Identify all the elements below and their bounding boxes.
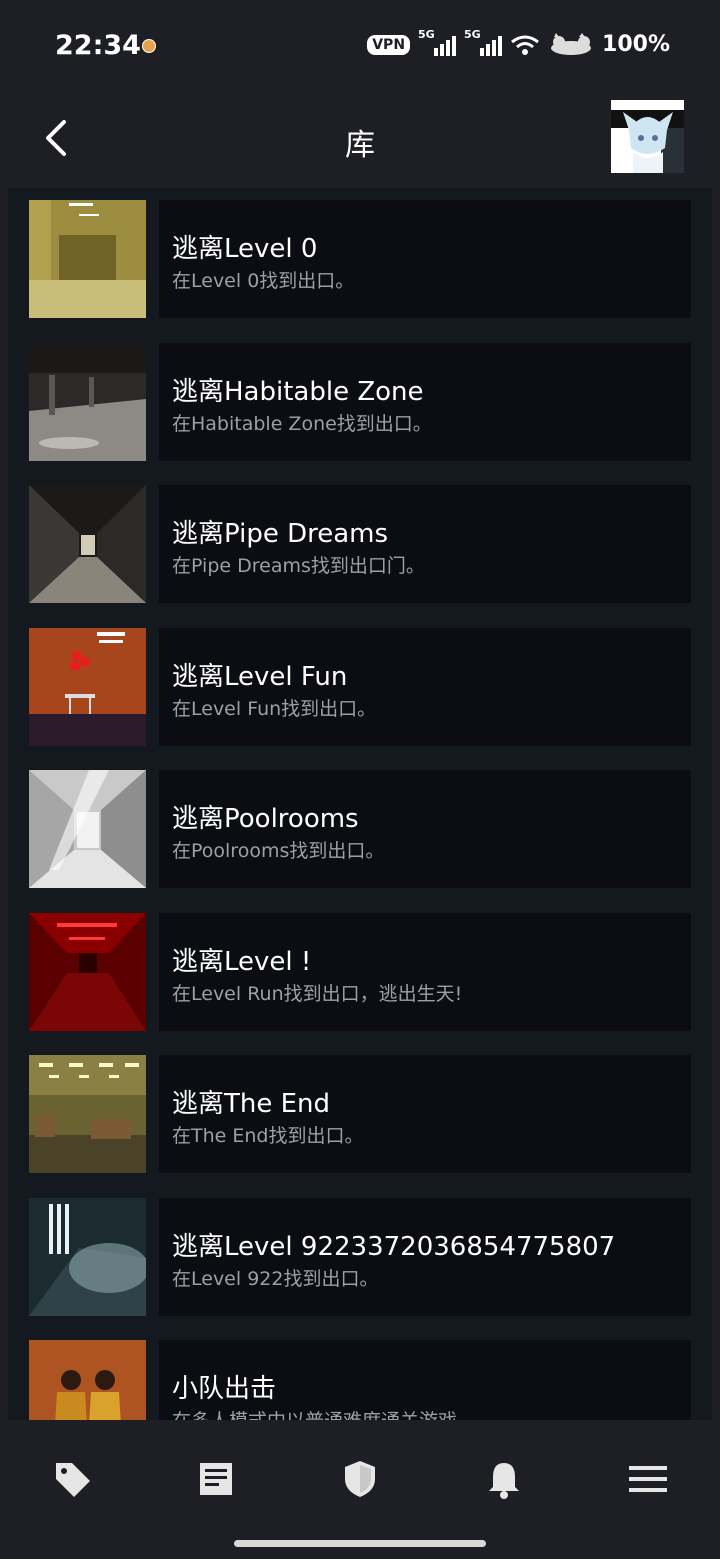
- achievement-description: 在Level 0找到出口。: [172, 270, 355, 292]
- bell-icon: [489, 1463, 519, 1499]
- achievement-description: 在Level 922找到出口。: [172, 1268, 379, 1290]
- shield-icon: [345, 1461, 375, 1497]
- list-item[interactable]: 小队出击 在多人模式中以普通难度通关游戏: [29, 1340, 691, 1420]
- achievement-title: 逃离The End: [172, 1089, 331, 1119]
- achievement-card: 逃离Level 9223372036854775807 在Level 922找到…: [159, 1198, 691, 1316]
- achievement-title: 逃离Level !: [172, 947, 312, 977]
- achievement-card: 逃离Habitable Zone 在Habitable Zone找到出口。: [159, 343, 691, 461]
- header: 库: [0, 92, 720, 188]
- achievement-description: 在Poolrooms找到出口。: [172, 840, 385, 862]
- achievement-description: 在Habitable Zone找到出口。: [172, 413, 432, 435]
- network-label: 5G: [464, 27, 481, 41]
- achievement-title: 小队出击: [172, 1374, 277, 1404]
- nav-guard[interactable]: [335, 1454, 385, 1504]
- achievement-description: 在Level Fun找到出口。: [172, 698, 377, 720]
- achievement-card: 逃离Level 0 在Level 0找到出口。: [159, 200, 691, 318]
- list-item[interactable]: 逃离Habitable Zone 在Habitable Zone找到出口。: [29, 343, 691, 461]
- achievement-title: 逃离Poolrooms: [172, 804, 359, 834]
- list-item[interactable]: 逃离Level 9223372036854775807 在Level 922找到…: [29, 1198, 691, 1316]
- network-label: 5G: [418, 27, 435, 41]
- achievement-thumbnail: [29, 628, 146, 746]
- status-icons: VPN 5G 5G 100%: [367, 28, 670, 57]
- achievement-title: 逃离Level Fun: [172, 662, 348, 692]
- achievement-thumbnail: [29, 485, 146, 603]
- notification-icon: [142, 39, 156, 53]
- vpn-icon: VPN: [367, 34, 411, 55]
- achievement-card: 逃离Level Fun 在Level Fun找到出口。: [159, 628, 691, 746]
- achievement-card: 逃离The End 在The End找到出口。: [159, 1055, 691, 1173]
- list-item[interactable]: 逃离The End 在The End找到出口。: [29, 1055, 691, 1173]
- bottom-nav: [0, 1420, 720, 1559]
- achievement-list[interactable]: 逃离Level 0 在Level 0找到出口。 逃离Habitable Zone…: [8, 188, 712, 1420]
- achievement-card: 小队出击 在多人模式中以普通难度通关游戏: [159, 1340, 691, 1420]
- achievement-title: 逃离Level 9223372036854775807: [172, 1232, 616, 1262]
- home-indicator[interactable]: [234, 1540, 486, 1547]
- wifi-icon: [511, 35, 539, 55]
- list-item[interactable]: 逃离Pipe Dreams 在Pipe Dreams找到出口门。: [29, 485, 691, 603]
- achievement-thumbnail: [29, 1198, 146, 1316]
- battery-level: 100%: [602, 32, 670, 57]
- nav-notifications[interactable]: [479, 1454, 529, 1504]
- status-bar: 22:34 VPN 5G 5G 100%: [0, 0, 720, 92]
- list-item[interactable]: 逃离Poolrooms 在Poolrooms找到出口。: [29, 770, 691, 888]
- list-item[interactable]: 逃离Level ! 在Level Run找到出口，逃出生天!: [29, 913, 691, 1031]
- avatar[interactable]: [611, 100, 684, 173]
- achievement-title: 逃离Habitable Zone: [172, 377, 424, 407]
- signal-icon: 5G: [464, 28, 503, 56]
- achievement-thumbnail: [29, 200, 146, 318]
- signal-icon: 5G: [418, 28, 457, 56]
- nav-menu[interactable]: [623, 1454, 673, 1504]
- achievement-thumbnail: [29, 343, 146, 461]
- achievement-card: 逃离Pipe Dreams 在Pipe Dreams找到出口门。: [159, 485, 691, 603]
- nav-news[interactable]: [191, 1454, 241, 1504]
- cat-battery-icon: [551, 32, 592, 55]
- achievement-card: 逃离Level ! 在Level Run找到出口，逃出生天!: [159, 913, 691, 1031]
- list-item[interactable]: 逃离Level 0 在Level 0找到出口。: [29, 200, 691, 318]
- news-icon: [200, 1463, 232, 1495]
- list-item[interactable]: 逃离Level Fun 在Level Fun找到出口。: [29, 628, 691, 746]
- status-time: 22:34: [55, 30, 141, 61]
- achievement-thumbnail: [29, 770, 146, 888]
- achievement-description: 在The End找到出口。: [172, 1125, 364, 1147]
- nav-store[interactable]: [47, 1454, 97, 1504]
- achievement-title: 逃离Level 0: [172, 234, 318, 264]
- achievement-description: 在Level Run找到出口，逃出生天!: [172, 983, 463, 1005]
- achievement-thumbnail: [29, 1055, 146, 1173]
- tag-icon: [56, 1463, 90, 1497]
- achievement-description: 在Pipe Dreams找到出口门。: [172, 555, 425, 577]
- achievement-description: 在多人模式中以普通难度通关游戏: [172, 1406, 457, 1420]
- achievement-thumbnail: [29, 1340, 146, 1420]
- achievement-card: 逃离Poolrooms 在Poolrooms找到出口。: [159, 770, 691, 888]
- achievement-thumbnail: [29, 913, 146, 1031]
- achievement-title: 逃离Pipe Dreams: [172, 519, 389, 549]
- menu-icon: [629, 1466, 667, 1492]
